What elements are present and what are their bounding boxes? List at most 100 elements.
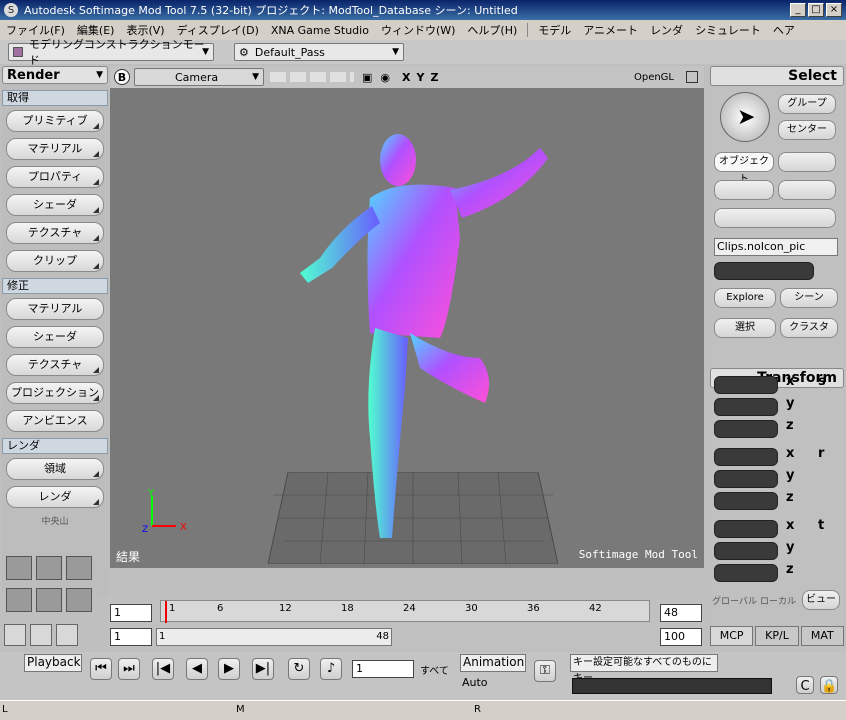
camera-dropdown[interactable]: Camera ▼ bbox=[134, 68, 264, 86]
material-button[interactable]: マテリアル bbox=[6, 138, 104, 160]
mode-dropdown[interactable]: モデリングコンストラクションモード ▼ bbox=[8, 38, 214, 67]
play-forward-button[interactable]: ▶ bbox=[218, 658, 240, 680]
cluster-button[interactable]: クラスタ bbox=[780, 318, 838, 338]
timeline-ruler[interactable]: 1 6 12 18 24 30 36 42 bbox=[160, 600, 650, 623]
global-toggle[interactable]: グローバル bbox=[712, 594, 757, 607]
play-back-button[interactable]: ◀ bbox=[186, 658, 208, 680]
go-start-button[interactable]: |◀ bbox=[152, 658, 174, 680]
view-slots[interactable] bbox=[270, 72, 354, 82]
c-button[interactable]: C bbox=[796, 676, 814, 694]
scale-icon[interactable]: s bbox=[818, 374, 826, 389]
playhead-marker[interactable] bbox=[165, 601, 167, 623]
range-slider[interactable]: 1 48 bbox=[156, 628, 392, 646]
key-mode-dropdown[interactable]: キー設定可能なすべてのものにキー bbox=[570, 654, 718, 684]
go-end-button[interactable]: ▶| bbox=[252, 658, 274, 680]
viewport-letter-button[interactable]: B bbox=[114, 69, 130, 85]
layout-quad-icon[interactable] bbox=[66, 556, 92, 580]
axis-z-toggle[interactable]: Z bbox=[430, 71, 438, 84]
layout-columns-icon[interactable] bbox=[36, 588, 62, 612]
local-toggle[interactable]: ローカル bbox=[760, 594, 796, 607]
range-max-field[interactable]: 100 bbox=[660, 628, 702, 646]
menu-hair[interactable]: ヘア bbox=[767, 22, 801, 38]
scale-x-field[interactable] bbox=[714, 376, 778, 394]
range-start-field[interactable]: 1 bbox=[110, 628, 152, 646]
brush-icon[interactable] bbox=[30, 624, 52, 646]
modify-texture-button[interactable]: テクスチャ bbox=[6, 354, 104, 376]
panel-switch-dropdown[interactable]: Render ▼ bbox=[2, 66, 108, 84]
layout-stack-icon[interactable] bbox=[6, 588, 32, 612]
rotate-x-field[interactable] bbox=[714, 448, 778, 466]
axis-y-toggle[interactable]: Y bbox=[417, 71, 425, 84]
clip-name-field[interactable]: Clips.noIcon_pic bbox=[714, 238, 838, 256]
axis-x-toggle[interactable]: X bbox=[402, 71, 410, 84]
first-frame-button[interactable]: ⏮ bbox=[90, 658, 112, 680]
group-button[interactable]: グループ bbox=[778, 94, 836, 114]
auto-key-toggle[interactable]: Auto bbox=[460, 676, 492, 694]
property-button[interactable]: プロパティ bbox=[6, 166, 104, 188]
menu-simulate[interactable]: シミュレート bbox=[689, 22, 767, 38]
translate-y-field[interactable] bbox=[714, 542, 778, 560]
tab-kpl[interactable]: KP/L bbox=[755, 626, 799, 646]
explore-button[interactable]: Explore bbox=[714, 288, 776, 308]
scale-y-field[interactable] bbox=[714, 398, 778, 416]
empty-select-button-2[interactable] bbox=[714, 180, 774, 200]
last-frame-button[interactable]: ⏭ bbox=[118, 658, 140, 680]
tab-mat[interactable]: MAT bbox=[800, 626, 844, 646]
palette-icon[interactable] bbox=[56, 624, 78, 646]
animation-menu[interactable]: Animation bbox=[460, 654, 526, 672]
rotate-y-field[interactable] bbox=[714, 470, 778, 488]
all-button[interactable]: すべて bbox=[420, 662, 449, 677]
shader-button[interactable]: シェーダ bbox=[6, 194, 104, 216]
tab-mcp[interactable]: MCP bbox=[710, 626, 754, 646]
loop-button[interactable]: ↻ bbox=[288, 658, 310, 680]
layout-wave-icon[interactable] bbox=[6, 556, 32, 580]
timeline-end-field[interactable]: 48 bbox=[660, 604, 702, 622]
empty-select-button-4[interactable] bbox=[714, 208, 836, 228]
pass-dropdown[interactable]: ⚙ Default_Pass ▼ bbox=[234, 43, 404, 61]
camera-icon[interactable]: ▣ bbox=[362, 71, 372, 84]
minimize-button[interactable]: _ bbox=[790, 3, 806, 17]
primitive-button[interactable]: プリミティブ bbox=[6, 110, 104, 132]
region-button[interactable]: 領域 bbox=[6, 458, 104, 480]
close-button[interactable]: × bbox=[826, 3, 842, 17]
object-button[interactable]: オブジェクト bbox=[714, 152, 774, 185]
translate-x-field[interactable] bbox=[714, 520, 778, 538]
maximize-button[interactable]: □ bbox=[808, 3, 824, 17]
empty-select-button-3[interactable] bbox=[778, 180, 836, 200]
playback-menu[interactable]: Playback bbox=[24, 654, 82, 672]
menu-xna[interactable]: XNA Game Studio bbox=[265, 24, 375, 37]
clip-button[interactable]: クリップ bbox=[6, 250, 104, 272]
ambience-button[interactable]: アンビエンス bbox=[6, 410, 104, 432]
translate-icon[interactable]: t bbox=[818, 518, 824, 533]
menu-help[interactable]: ヘルプ(H) bbox=[461, 22, 523, 38]
scale-z-field[interactable] bbox=[714, 420, 778, 438]
eye-icon[interactable]: ◉ bbox=[380, 71, 390, 84]
renderer-dropdown[interactable]: OpenGL bbox=[634, 72, 674, 83]
scene-button[interactable]: シーン bbox=[780, 288, 838, 308]
menu-model[interactable]: モデル bbox=[532, 22, 577, 38]
menu-render[interactable]: レンダ bbox=[644, 22, 689, 38]
layer-icon[interactable] bbox=[4, 624, 26, 646]
empty-select-button-1[interactable] bbox=[778, 152, 836, 172]
maximize-view-icon[interactable] bbox=[686, 71, 698, 83]
layout-grid-icon[interactable] bbox=[66, 588, 92, 612]
menu-animate[interactable]: アニメート bbox=[577, 22, 644, 38]
selection-button[interactable]: 選択 bbox=[714, 318, 776, 338]
selection-field[interactable] bbox=[714, 262, 814, 280]
texture-button[interactable]: テクスチャ bbox=[6, 222, 104, 244]
lock-icon[interactable]: 🔒 bbox=[820, 676, 838, 694]
select-arrow-button[interactable]: ➤ bbox=[720, 92, 770, 142]
rotate-icon[interactable]: r bbox=[818, 446, 824, 461]
translate-z-field[interactable] bbox=[714, 564, 778, 582]
audio-button[interactable]: ♪ bbox=[320, 658, 342, 680]
view-toggle[interactable]: ビュー bbox=[802, 590, 840, 610]
3d-viewport[interactable]: Y X Z 結果 Softimage Mod Tool bbox=[110, 88, 704, 568]
menu-window[interactable]: ウィンドウ(W) bbox=[375, 22, 461, 38]
render-button[interactable]: レンダ bbox=[6, 486, 104, 508]
projection-button[interactable]: プロジェクション bbox=[6, 382, 104, 404]
modify-material-button[interactable]: マテリアル bbox=[6, 298, 104, 320]
timeline-start-field[interactable]: 1 bbox=[110, 604, 152, 622]
rotate-z-field[interactable] bbox=[714, 492, 778, 510]
layout-split-icon[interactable] bbox=[36, 556, 62, 580]
current-frame-field[interactable]: 1 bbox=[352, 660, 414, 678]
